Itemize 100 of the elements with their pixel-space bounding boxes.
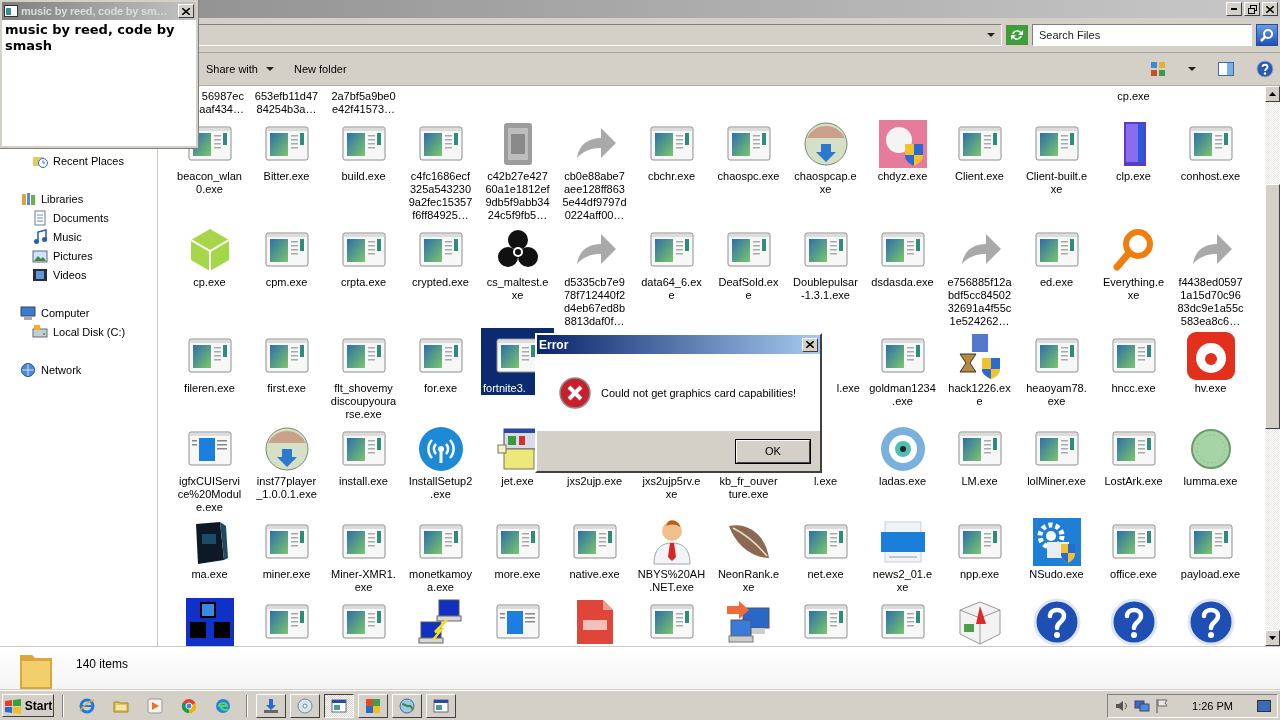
nav-item[interactable]: Videos bbox=[0, 265, 87, 284]
file-item[interactable]: Doublepulsar -1.3.1.exe bbox=[789, 222, 862, 302]
close-button[interactable] bbox=[178, 4, 194, 18]
file-item[interactable]: build.exe bbox=[327, 116, 400, 183]
taskbar-button[interactable] bbox=[324, 693, 354, 718]
file-item[interactable]: LostArk.exe bbox=[1097, 421, 1170, 488]
nav-item[interactable]: Network bbox=[0, 360, 82, 379]
file-item[interactable]: e756885f12a bdf5cc84502 32691a4f55c 1e524262… bbox=[943, 222, 1016, 328]
search-button[interactable] bbox=[1256, 24, 1278, 46]
toolbar-button[interactable]: New folder bbox=[289, 59, 352, 79]
file-item[interactable]: crypted.exe bbox=[404, 222, 477, 289]
file-item[interactable]: igfxCUIServi ce%20Modul e.exe bbox=[173, 421, 246, 514]
file-item[interactable]: d5335cb7e9 78f712440f2 d4eb67ed8b 8813daf0f… bbox=[558, 222, 631, 328]
file-item[interactable]: Everything.e xe bbox=[1097, 222, 1170, 302]
show-desktop-icon[interactable] bbox=[1257, 699, 1271, 712]
minimize-button[interactable] bbox=[1226, 2, 1242, 16]
file-item[interactable]: c42b27e427 60a1e1812ef 9db5f9abb34 24c5f9fb5… bbox=[481, 116, 554, 222]
file-item[interactable]: cp.exe bbox=[1097, 86, 1170, 103]
disc-icon bbox=[297, 697, 313, 714]
scroll-up-button[interactable] bbox=[1265, 86, 1280, 102]
search-field[interactable]: Search Files bbox=[1032, 24, 1252, 46]
tray-item[interactable] bbox=[1154, 697, 1171, 714]
ok-button[interactable]: OK bbox=[736, 439, 810, 463]
file-item[interactable]: dsdasda.exe bbox=[866, 222, 939, 289]
scrollbar-thumb[interactable] bbox=[1265, 184, 1280, 429]
nav-item[interactable]: Documents bbox=[0, 208, 109, 227]
nav-item[interactable]: Music bbox=[0, 227, 82, 246]
file-item[interactable]: NBYS%20AH .NET.exe bbox=[635, 514, 708, 594]
file-item[interactable]: cbchr.exe bbox=[635, 116, 708, 183]
file-item[interactable]: crpta.exe bbox=[327, 222, 400, 289]
file-item[interactable]: hncc.exe bbox=[1097, 328, 1170, 395]
file-item[interactable]: cp.exe bbox=[173, 222, 246, 289]
gear-icon bbox=[1032, 518, 1081, 566]
file-item[interactable]: clp.exe bbox=[1097, 116, 1170, 183]
file-item[interactable]: Bitter.exe bbox=[250, 116, 323, 183]
nav-item[interactable]: Local Disk (C:) bbox=[0, 322, 126, 341]
file-item[interactable]: net.exe bbox=[789, 514, 862, 581]
close-icon bbox=[1266, 5, 1274, 13]
file-item[interactable]: f4438ed0597 1a15d70c96 83dc9e1a55c 583ea8c6… bbox=[1174, 222, 1247, 328]
file-item[interactable]: ed.exe bbox=[1020, 222, 1093, 289]
file-item[interactable]: InstallSetup2 .exe bbox=[404, 421, 477, 501]
file-item[interactable]: lumma.exe bbox=[1174, 421, 1247, 488]
file-item[interactable]: cpm.exe bbox=[250, 222, 323, 289]
file-item[interactable]: more.exe bbox=[481, 514, 554, 581]
file-item[interactable]: fileren.exe bbox=[173, 328, 246, 395]
file-item[interactable]: miner.exe bbox=[250, 514, 323, 581]
file-item[interactable]: goldman1234 .exe bbox=[866, 328, 939, 408]
file-item[interactable]: for.exe bbox=[404, 328, 477, 395]
file-item[interactable]: inst77player _1.0.0.1.exe bbox=[250, 421, 323, 501]
restore-button[interactable] bbox=[1244, 2, 1260, 16]
file-item[interactable]: Miner-XMR1. exe bbox=[327, 514, 400, 594]
file-item[interactable]: monetkamoy a.exe bbox=[404, 514, 477, 594]
close-button[interactable] bbox=[802, 337, 818, 352]
file-item[interactable]: hack1226.ex e bbox=[943, 328, 1016, 408]
file-item[interactable]: jet.exe bbox=[481, 421, 554, 488]
file-item[interactable]: lolMiner.exe bbox=[1020, 421, 1093, 488]
file-item[interactable]: conhost.exe bbox=[1174, 116, 1247, 183]
file-item[interactable]: chdyz.exe bbox=[866, 116, 939, 183]
up-arrow-icon bbox=[1269, 92, 1276, 96]
disc-installer-icon bbox=[801, 120, 850, 168]
file-item[interactable]: office.exe bbox=[1097, 514, 1170, 581]
file-item[interactable]: payload.exe bbox=[1174, 514, 1247, 581]
file-item[interactable]: flt_shovemy discoupyoura rse.exe bbox=[327, 328, 400, 421]
file-item[interactable]: LM.exe bbox=[943, 421, 1016, 488]
file-item[interactable]: 2a7bf5a9be0 e42f41573… bbox=[327, 86, 400, 116]
file-item[interactable]: news2_01.e xe bbox=[866, 514, 939, 594]
file-item[interactable]: native.exe bbox=[558, 514, 631, 581]
file-item[interactable]: hv.exe bbox=[1174, 328, 1247, 395]
file-item[interactable]: chaospcap.e xe bbox=[789, 116, 862, 196]
file-item[interactable]: Client.exe bbox=[943, 116, 1016, 183]
file-item[interactable]: ma.exe bbox=[173, 514, 246, 581]
file-item[interactable]: c4fc1686ecf 325a543230 9a2fec15357 f6ff84925… bbox=[404, 116, 477, 222]
nav-item[interactable]: Libraries bbox=[0, 189, 84, 208]
nav-item[interactable]: Recent Places bbox=[0, 151, 124, 170]
file-item[interactable]: cs_maltest.e xe bbox=[481, 222, 554, 302]
file-item[interactable]: NSudo.exe bbox=[1020, 514, 1093, 581]
file-item[interactable]: DeafSold.ex e bbox=[712, 222, 785, 302]
file-item[interactable]: first.exe bbox=[250, 328, 323, 395]
scroll-down-button[interactable] bbox=[1265, 630, 1280, 646]
toolbar-button[interactable]: Share with bbox=[201, 59, 279, 79]
tray-item[interactable] bbox=[1134, 697, 1151, 714]
file-item[interactable]: heaoyam78. exe bbox=[1020, 328, 1093, 408]
file-item[interactable]: data64_6.ex e bbox=[635, 222, 708, 302]
refresh-button[interactable] bbox=[1006, 25, 1028, 45]
documents-icon bbox=[32, 209, 48, 226]
window-text: music by reed, code by smash bbox=[4, 21, 176, 55]
file-item[interactable]: Client-built.e xe bbox=[1020, 116, 1093, 196]
file-item[interactable]: install.exe bbox=[327, 421, 400, 488]
file-item[interactable]: 653efb11d47 84254b3a… bbox=[250, 86, 323, 116]
close-button[interactable] bbox=[1262, 2, 1278, 16]
disk-drive-icon bbox=[32, 323, 48, 340]
file-item[interactable]: ladas.exe bbox=[866, 421, 939, 488]
nav-item[interactable]: Pictures bbox=[0, 246, 93, 265]
start-button[interactable]: Start bbox=[2, 694, 54, 717]
shield-badge-icon bbox=[878, 120, 927, 168]
nav-item[interactable]: Computer bbox=[0, 303, 90, 322]
file-item[interactable]: npp.exe bbox=[943, 514, 1016, 581]
file-item[interactable]: cb0e88abe7 aee128ff863 5e44df9797d 0224aff00… bbox=[558, 116, 631, 222]
file-item[interactable]: chaospc.exe bbox=[712, 116, 785, 183]
file-item[interactable]: NeonRank.e xe bbox=[712, 514, 785, 594]
